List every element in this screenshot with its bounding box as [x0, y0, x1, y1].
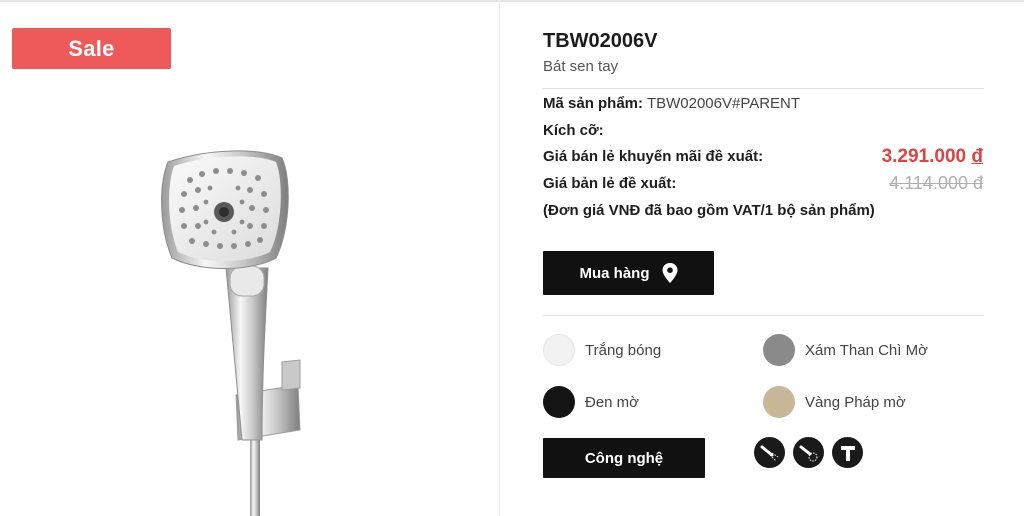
promo-price-label: Giá bán lẻ khuyến mãi đề xuất: [543, 148, 764, 165]
shower-massage-icon[interactable] [793, 437, 824, 468]
sku-value: TBW02006V#PARENT [646, 95, 801, 112]
size-row: Kích cỡ: [543, 122, 604, 139]
color-name: Xám Than Chì Mờ [805, 341, 928, 359]
promo-price-row: Giá bán lẻ khuyến mãi đề xuất: [543, 148, 763, 165]
sale-badge: Sale [12, 28, 171, 69]
sku-label: Mã sản phẩm: [543, 95, 644, 112]
product-subtitle: Bát sen tay [543, 58, 619, 75]
product-gallery: Sale [0, 0, 500, 516]
faucet-t-icon[interactable] [832, 437, 863, 468]
color-option-glossy-white[interactable]: Trắng bóng [543, 334, 661, 366]
color-swatch [763, 386, 795, 418]
divider [543, 88, 984, 89]
vat-note: (Đơn giá VNĐ đã bao gồm VAT/1 bộ sản phẩ… [543, 202, 875, 219]
color-option-french-gold[interactable]: Vàng Pháp mờ [763, 386, 906, 418]
technology-button-label: Công nghệ [584, 449, 664, 467]
divider [543, 315, 984, 316]
promo-price-value: 3.291.000 [881, 146, 967, 167]
map-pin-icon [662, 263, 677, 283]
vat-note-text: (Đơn giá VNĐ đã bao gồm VAT/1 bộ sản phẩ… [543, 202, 875, 219]
shower-spray-icon[interactable] [754, 437, 785, 468]
currency-symbol: đ [971, 146, 983, 167]
product-details: TBW02006V Bát sen tay Mã sản phẩm: TBW02… [543, 0, 1013, 516]
technology-icons [754, 437, 863, 468]
color-option-matte-black[interactable]: Đen mờ [543, 386, 639, 418]
sku-row: Mã sản phẩm: TBW02006V#PARENT [543, 95, 800, 112]
technology-button[interactable]: Công nghệ [543, 438, 705, 478]
vertical-divider [499, 0, 500, 516]
color-swatch [763, 334, 795, 366]
color-name: Trắng bóng [585, 341, 662, 359]
retail-price-label: Giá bản lẻ đề xuất: [543, 175, 677, 192]
hand-shower-image[interactable] [150, 140, 310, 516]
color-name: Vàng Pháp mờ [805, 393, 906, 411]
buy-button-label: Mua hàng [579, 264, 650, 282]
retail-price-value: 4.114.000 đ [889, 173, 983, 193]
color-swatch [543, 334, 575, 366]
color-option-matte-graphite[interactable]: Xám Than Chì Mờ [763, 334, 928, 366]
promo-price: 3.291.000 đ [882, 146, 983, 168]
color-swatch [543, 386, 575, 418]
buy-button[interactable]: Mua hàng [543, 251, 714, 295]
size-label: Kích cỡ: [543, 122, 604, 139]
retail-price-row: Giá bản lẻ đề xuất: [543, 175, 676, 192]
color-name: Đen mờ [585, 393, 640, 411]
product-title: TBW02006V [543, 30, 658, 52]
